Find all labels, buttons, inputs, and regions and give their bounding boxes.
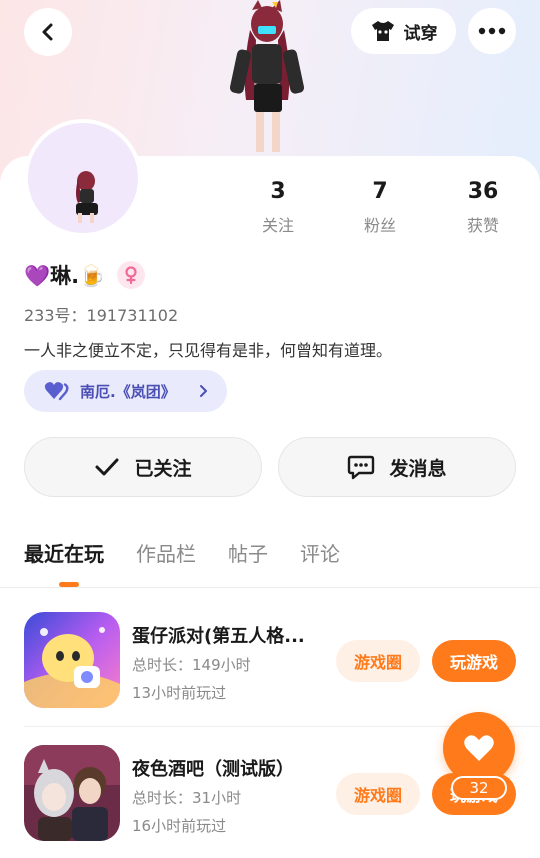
profile-tabs: 最近在玩 作品栏 帖子 评论 <box>24 538 340 567</box>
stat-followers-label: 粉丝 <box>363 216 396 235</box>
game-title: 夜色酒吧（测试版） <box>132 759 294 780</box>
checkmark-icon <box>95 458 119 476</box>
send-message-button[interactable]: 发消息 <box>278 437 516 497</box>
try-on-label: 试穿 <box>403 23 438 44</box>
more-options-button[interactable] <box>468 8 516 54</box>
heart-icon <box>464 735 494 761</box>
stat-likes-label: 获赞 <box>466 216 499 235</box>
name-row: 💜琳.🍺 <box>24 260 146 290</box>
try-on-button[interactable]: 试穿 <box>351 8 456 54</box>
game-title: 蛋仔派对(第五人格... <box>132 626 305 647</box>
send-message-label: 发消息 <box>389 457 447 480</box>
game-last-played: 16小时前玩过 <box>132 817 227 835</box>
guild-heart-icon <box>44 382 69 401</box>
like-floating-button[interactable] <box>443 712 515 784</box>
chat-bubble-icon <box>348 455 375 480</box>
guild-badge-button[interactable]: 南厄.《岚团》 <box>24 370 227 412</box>
stat-following-value: 3 <box>270 179 286 204</box>
stat-likes[interactable]: 36 获赞 <box>443 178 523 236</box>
chevron-left-icon <box>42 23 53 41</box>
follow-label: 已关注 <box>134 457 192 480</box>
profile-bio: 一人非之便立不定，只见得有是非，何曾知有道理。 <box>24 341 393 360</box>
like-count-badge: 32 <box>451 776 507 800</box>
avatar[interactable] <box>24 119 142 237</box>
chevron-right-icon <box>200 385 207 397</box>
stat-following[interactable]: 3 关注 <box>238 178 318 236</box>
play-game-button[interactable]: 玩游戏 <box>432 640 516 682</box>
guild-name: 南厄.《岚团》 <box>80 382 176 401</box>
game-duration: 总时长：149小时 <box>132 656 251 674</box>
avatar-character-figure <box>229 0 305 152</box>
stat-following-label: 关注 <box>261 216 294 235</box>
game-icon-night-bar <box>24 745 120 841</box>
game-circle-button[interactable]: 游戏圈 <box>336 640 420 682</box>
profile-name: 💜琳.🍺 <box>24 264 106 288</box>
avatar-character-image <box>28 123 138 233</box>
game-row[interactable]: 蛋仔派对(第五人格... 总时长：149小时 13小时前玩过 游戏圈 玩游戏 <box>0 612 540 722</box>
tab-posts[interactable]: 帖子 <box>228 538 268 567</box>
stat-followers-value: 7 <box>372 179 388 204</box>
game-duration: 总时长：31小时 <box>132 789 242 807</box>
tab-comments[interactable]: 评论 <box>300 538 340 567</box>
female-gender-icon <box>117 261 146 289</box>
back-button[interactable] <box>24 8 72 56</box>
user-id: 233号：191731102 <box>24 306 179 325</box>
more-dots-icon <box>478 27 506 35</box>
stat-followers[interactable]: 7 粉丝 <box>340 178 420 236</box>
game-icon-eggy-party <box>24 612 120 708</box>
tabs-divider <box>0 587 540 588</box>
stat-likes-value: 36 <box>467 179 499 204</box>
game-circle-button[interactable]: 游戏圈 <box>336 773 420 815</box>
follow-button[interactable]: 已关注 <box>24 437 262 497</box>
tshirt-icon <box>371 21 394 41</box>
tab-works[interactable]: 作品栏 <box>136 538 196 567</box>
game-last-played: 13小时前玩过 <box>132 684 227 702</box>
tab-recently-played[interactable]: 最近在玩 <box>24 538 104 567</box>
